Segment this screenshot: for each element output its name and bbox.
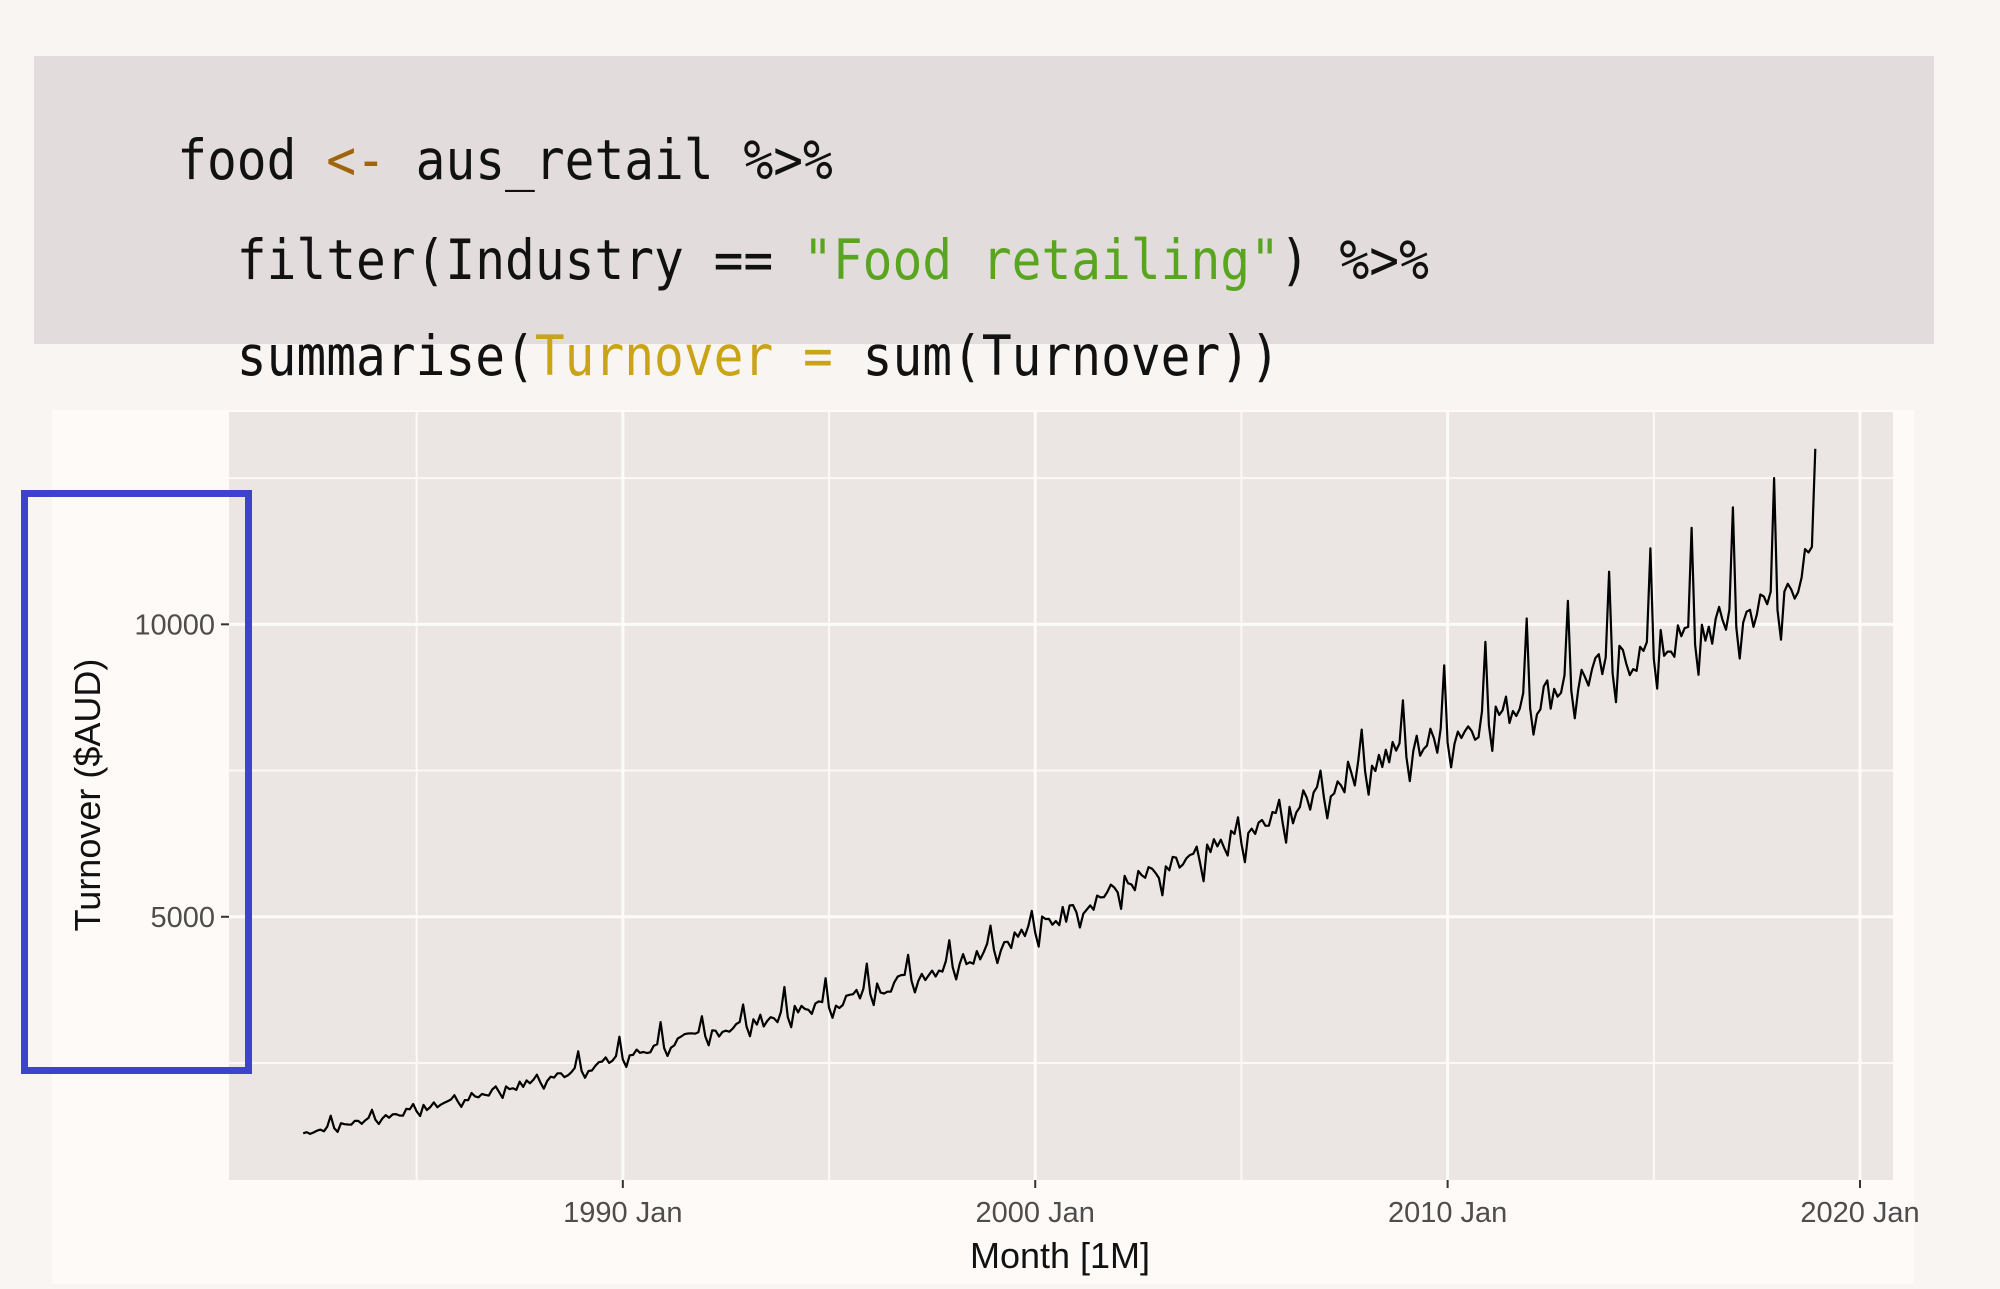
panel-background <box>229 412 1893 1180</box>
x-tick-label: 2010 Jan <box>1388 1197 1507 1229</box>
x-tick-label: 2020 Jan <box>1800 1197 1919 1229</box>
x-axis-title: Month [1M] <box>970 1235 1150 1276</box>
turnover-chart: 5000100001990 Jan 2000 Jan 2010 Jan 2020 Ja… <box>67 412 1920 1276</box>
x-tick-label: 1990 Jan <box>563 1197 682 1229</box>
highlight-box <box>21 490 252 1074</box>
x-tick-label: 2000 Jan <box>976 1197 1095 1229</box>
